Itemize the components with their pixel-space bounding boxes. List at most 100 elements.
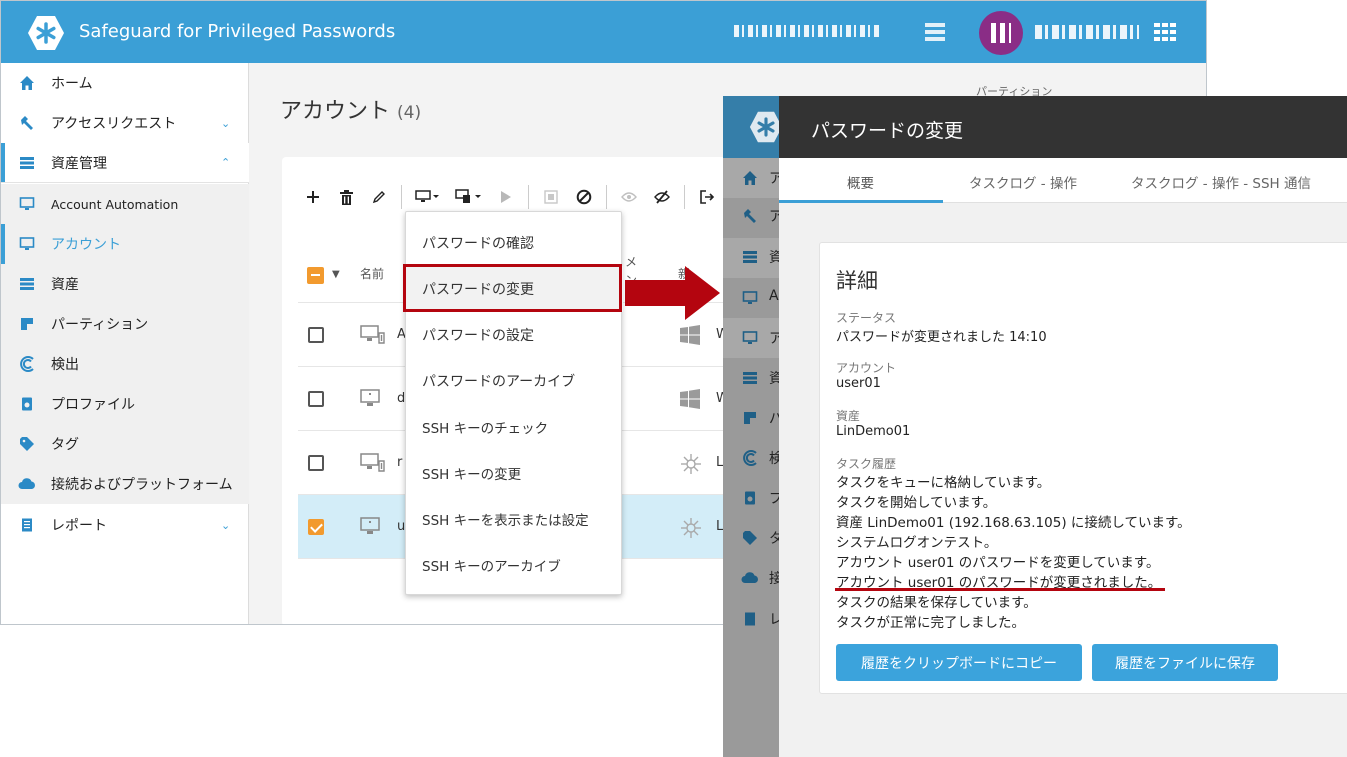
profile-icon: [740, 488, 760, 508]
view-password-icon[interactable]: [618, 186, 640, 208]
discovery-icon: [740, 448, 760, 468]
chevron-down-icon[interactable]: ⌄: [221, 117, 230, 130]
linux-icon: [681, 454, 701, 474]
home-icon: [18, 74, 36, 92]
history-line: タスクが正常に完了しました。: [836, 615, 1025, 631]
panel-header: パスワードの変更: [779, 96, 1347, 158]
panel-title: パスワードの変更: [811, 120, 964, 142]
sidebar-item-reports[interactable]: レポート ⌄: [1, 505, 249, 545]
hide-password-icon[interactable]: [651, 186, 673, 208]
account-label: アカウント: [836, 361, 897, 375]
cloud-icon: [18, 475, 36, 493]
row-name[interactable]: r: [397, 455, 402, 470]
column-header-name[interactable]: 名前: [360, 265, 384, 282]
panel-body: 概要 タスクログ - 操作 タスクログ - 操作 - SSH 通信 詳細 ステー…: [779, 158, 1347, 757]
sidebar-fragment: A: [769, 288, 779, 304]
safeguard-logo-icon: [28, 16, 64, 50]
monitor-icon: [18, 235, 36, 253]
menu-item-check-password[interactable]: パスワードの確認: [406, 220, 623, 266]
tag-icon: [740, 528, 760, 548]
chevron-up-icon[interactable]: ⌃: [221, 156, 230, 169]
redacted-text: [734, 25, 882, 37]
status-value: パスワードが変更されました 14:10: [836, 330, 1047, 345]
history-line: タスクをキューに格納しています。: [836, 475, 1051, 491]
history-line: アカウント user01 のパスワードを変更しています。: [836, 555, 1160, 571]
select-all-checkbox[interactable]: [307, 267, 324, 284]
dimmed-sidebar: ア ア 資 A ア 資 パ 検 プ タ 接 レ: [723, 96, 783, 757]
server-icon: [18, 154, 36, 172]
ssh-key-menu-icon[interactable]: [454, 186, 484, 208]
sidebar-item-label: タグ: [51, 437, 79, 453]
sidebar-item-assets[interactable]: 資産: [1, 264, 249, 304]
toolbar-divider: [684, 185, 685, 209]
sidebar-item-label: パーティション: [51, 317, 149, 333]
disable-icon[interactable]: [573, 186, 595, 208]
tab-overview[interactable]: 概要: [847, 172, 874, 192]
sidebar: ホーム アクセスリクエスト ⌄ 資産管理 ⌃ Account Automatio…: [1, 63, 249, 624]
menu-item-change-ssh-key[interactable]: SSH キーの変更: [406, 450, 623, 496]
add-icon[interactable]: [302, 186, 324, 208]
linux-icon: [681, 518, 701, 538]
monitor-icon: [18, 195, 36, 213]
page-title: アカウント (4): [280, 93, 421, 125]
sidebar-item-connections-platforms[interactable]: 接続およびプラットフォーム: [1, 464, 249, 504]
app-title: Safeguard for Privileged Passwords: [79, 21, 396, 42]
sidebar-item-access-request[interactable]: アクセスリクエスト ⌄: [1, 103, 249, 143]
toolbar: [302, 183, 729, 211]
partition-icon: [18, 315, 36, 333]
menu-item-check-ssh-key[interactable]: SSH キーのチェック: [406, 404, 623, 450]
details-card: 詳細 ステータス パスワードが変更されました 14:10 アカウント user0…: [819, 242, 1347, 694]
report-icon: [18, 516, 36, 534]
row-checkbox[interactable]: [308, 455, 324, 471]
menu-item-archive-ssh-key[interactable]: SSH キーのアーカイブ: [406, 542, 623, 588]
sidebar-item-home[interactable]: ホーム: [1, 63, 249, 103]
sidebar-item-label: レポート: [51, 518, 107, 534]
server-icon: [740, 368, 760, 388]
copy-history-button[interactable]: 履歴をクリップボードにコピー: [836, 644, 1082, 681]
monitor-icon: [740, 288, 760, 308]
history-line: システムログオンテスト。: [836, 535, 998, 551]
sidebar-item-discovery[interactable]: 検出: [1, 344, 249, 384]
row-checkbox[interactable]: [308, 327, 324, 343]
menu-item-view-set-ssh-key[interactable]: SSH キーを表示または設定: [406, 496, 623, 542]
sidebar-item-accounts[interactable]: アカウント: [1, 224, 249, 264]
history-line: 資産 LinDemo01 (192.168.63.105) に接続しています。: [836, 515, 1191, 531]
sidebar-item-asset-management[interactable]: 資産管理 ⌃: [1, 143, 249, 183]
chevron-down-icon[interactable]: ⌄: [221, 519, 230, 532]
change-password-window: ア ア 資 A ア 資 パ 検 プ タ 接 レ パスワードの変更 概要 タスクロ…: [723, 96, 1347, 757]
stop-icon[interactable]: [540, 186, 562, 208]
history-line: タスクの結果を保存しています。: [836, 595, 1037, 611]
toolbar-divider: [606, 185, 607, 209]
row-name[interactable]: u: [397, 519, 405, 534]
password-menu-icon[interactable]: [413, 186, 443, 208]
tag-icon: [18, 435, 36, 453]
checkout-icon[interactable]: [696, 186, 718, 208]
windows-icon: [680, 325, 700, 345]
sidebar-item-tags[interactable]: タグ: [1, 424, 249, 464]
redacted-icon[interactable]: [925, 21, 945, 41]
service-account-icon: [360, 453, 385, 472]
select-caret-icon[interactable]: ▼: [332, 269, 340, 280]
tab-task-log-ssh[interactable]: タスクログ - 操作 - SSH 通信: [1131, 172, 1311, 192]
toolbar-divider: [528, 185, 529, 209]
menu-item-archive-password[interactable]: パスワードのアーカイブ: [406, 358, 623, 404]
redacted-username[interactable]: [1035, 25, 1139, 39]
delete-icon[interactable]: [335, 186, 357, 208]
sidebar-item-account-automation[interactable]: Account Automation: [1, 184, 249, 224]
sidebar-item-profiles[interactable]: プロファイル: [1, 384, 249, 424]
asset-label: 資産: [836, 409, 861, 423]
right-arrow-icon: [625, 266, 720, 320]
user-avatar[interactable]: [979, 11, 1023, 55]
save-history-button[interactable]: 履歴をファイルに保存: [1092, 644, 1278, 681]
edit-icon[interactable]: [368, 186, 390, 208]
play-icon[interactable]: [495, 186, 517, 208]
row-checkbox[interactable]: [308, 391, 324, 407]
tab-task-log-operation[interactable]: タスクログ - 操作: [969, 172, 1077, 192]
menu-item-set-password[interactable]: パスワードの設定: [406, 312, 623, 358]
apps-grid-icon[interactable]: [1154, 23, 1176, 41]
row-checkbox-checked[interactable]: [308, 519, 324, 535]
sidebar-item-label: 資産: [51, 277, 79, 293]
server-icon: [740, 247, 760, 267]
sidebar-item-partitions[interactable]: パーティション: [1, 304, 249, 344]
history-line: タスクを開始しています。: [836, 495, 997, 511]
